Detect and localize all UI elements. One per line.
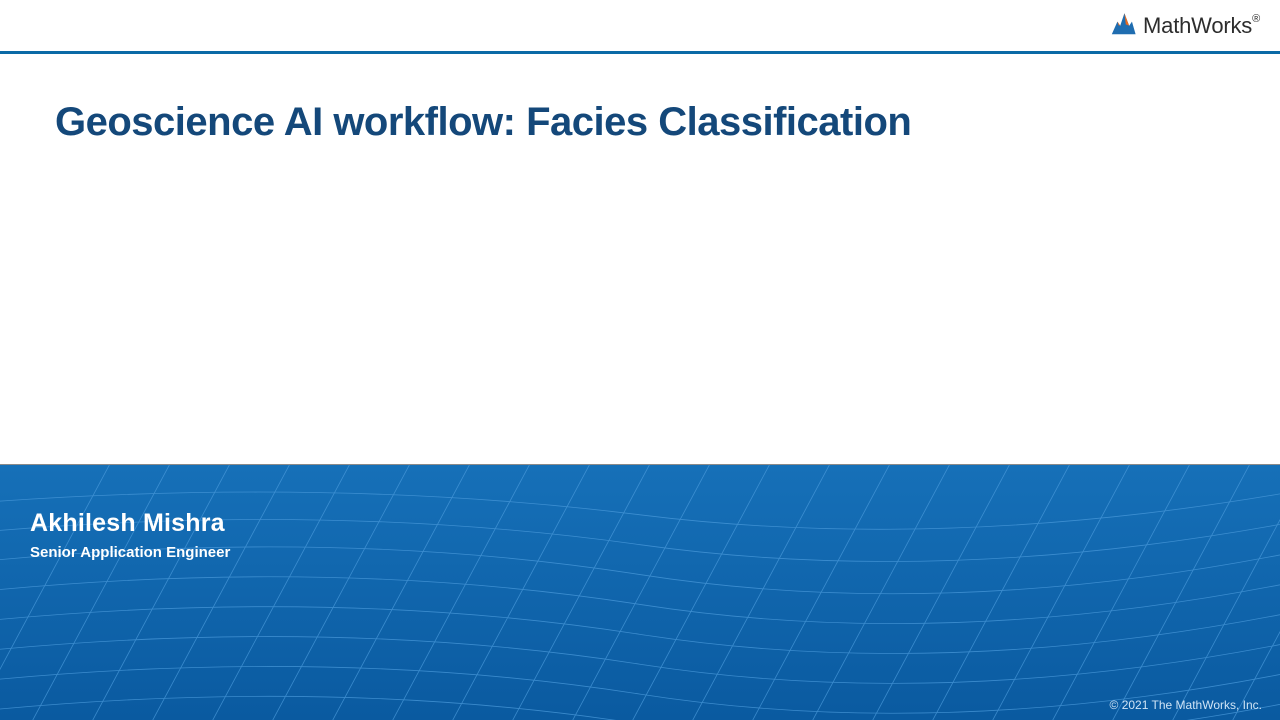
wireframe-grid-decoration: [0, 465, 1280, 720]
presentation-slide: MathWorks® Geoscience AI workflow: Facie…: [0, 0, 1280, 720]
slide-title: Geoscience AI workflow: Facies Classific…: [55, 100, 1225, 145]
title-area: Geoscience AI workflow: Facies Classific…: [55, 100, 1225, 145]
header-bar: MathWorks®: [0, 0, 1280, 54]
copyright-text: © 2021 The MathWorks, Inc.: [1110, 698, 1262, 712]
brand-text: MathWorks®: [1143, 13, 1260, 39]
author-name: Akhilesh Mishra: [30, 509, 230, 538]
author-role: Senior Application Engineer: [30, 544, 230, 561]
author-block: Akhilesh Mishra Senior Application Engin…: [30, 509, 230, 561]
mathworks-logo: MathWorks®: [1109, 9, 1260, 42]
footer-area: Akhilesh Mishra Senior Application Engin…: [0, 464, 1280, 720]
mathworks-icon: [1109, 9, 1137, 42]
